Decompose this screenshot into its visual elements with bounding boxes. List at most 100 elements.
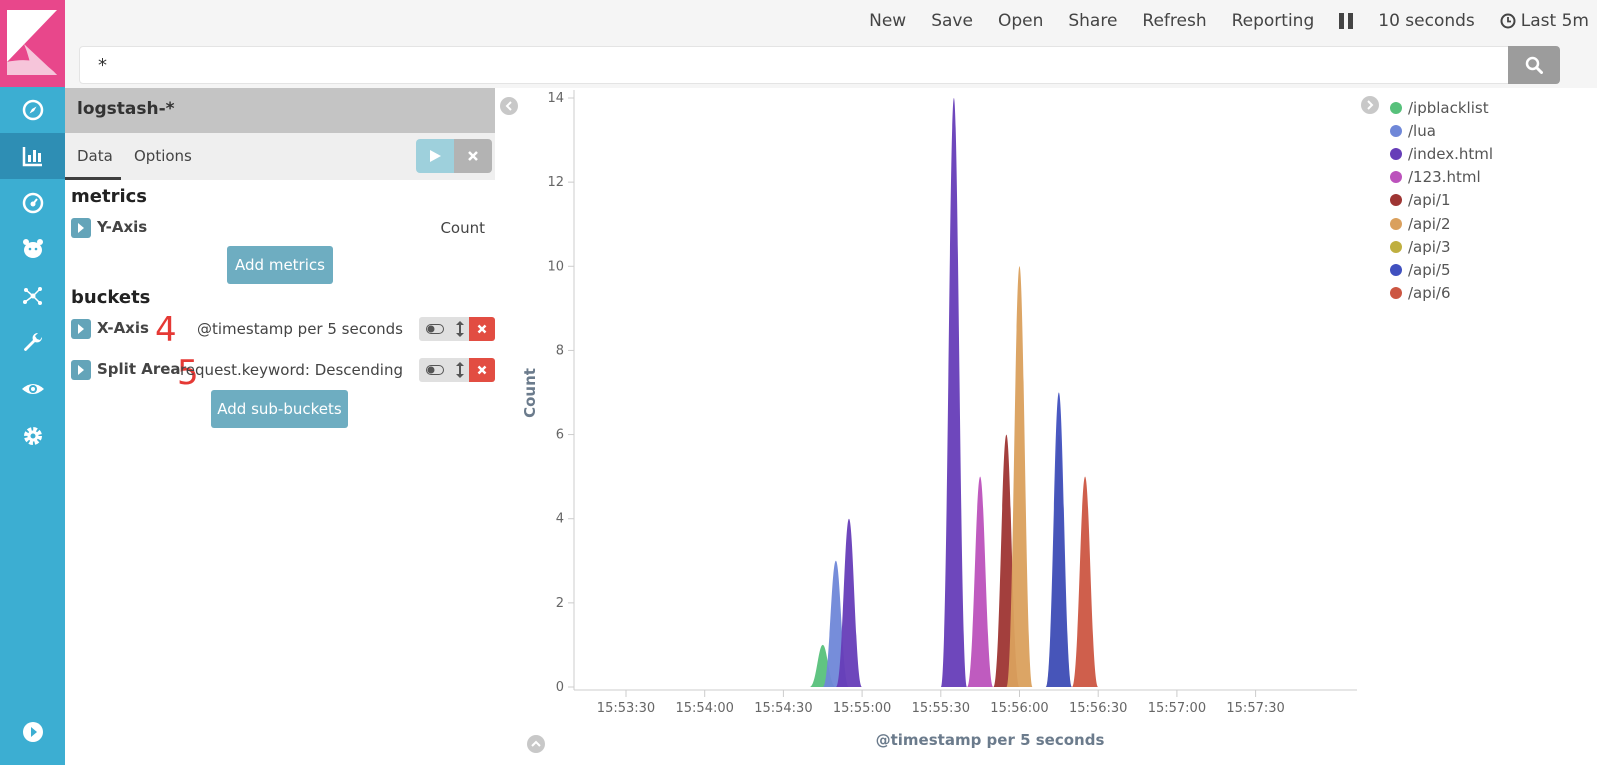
graph-icon[interactable] (0, 273, 65, 319)
discard-changes-button[interactable] (454, 139, 492, 173)
legend-item[interactable]: /ipblacklist (1390, 96, 1493, 119)
legend-item[interactable]: /index.html (1390, 142, 1493, 165)
bucket-split-row[interactable]: Split Area 5 request.keyword: Descending (71, 356, 495, 390)
chevron-up-icon[interactable] (527, 735, 545, 753)
legend-label: /index.html (1408, 144, 1494, 163)
legend-item[interactable]: /123.html (1390, 166, 1493, 189)
open-button[interactable]: Open (998, 11, 1043, 31)
save-button[interactable]: Save (931, 11, 973, 31)
discover-icon[interactable] (0, 87, 65, 133)
search-button[interactable] (1508, 46, 1560, 84)
chevron-right-icon[interactable] (1361, 96, 1379, 114)
management-icon[interactable] (0, 413, 65, 459)
legend-item[interactable]: /api/2 (1390, 212, 1493, 235)
bucket-xaxis-row[interactable]: X-Axis 4 @timestamp per 5 seconds (71, 313, 495, 347)
x-tick-label: 15:56:30 (1069, 701, 1127, 716)
query-bar: * (65, 42, 1597, 88)
visualize-icon[interactable] (0, 133, 65, 179)
legend-label: /api/6 (1408, 284, 1451, 303)
refresh-interval[interactable]: 10 seconds (1378, 11, 1475, 31)
split-area-label: Split Area (97, 360, 181, 378)
refresh-button[interactable]: Refresh (1142, 11, 1206, 31)
editor-tabs: Data Options (65, 133, 495, 180)
dashboard-icon[interactable] (0, 180, 65, 226)
pause-button[interactable] (1339, 13, 1354, 29)
share-button[interactable]: Share (1068, 11, 1117, 31)
time-range-label: Last 5m (1520, 11, 1589, 31)
legend-item[interactable]: /api/3 (1390, 235, 1493, 258)
search-input[interactable]: * (79, 46, 1509, 84)
x-tick-label: 15:53:30 (597, 701, 655, 716)
legend-color-dot (1390, 194, 1402, 207)
chevron-left-icon[interactable] (500, 97, 518, 115)
split-area-value: request.keyword: Descending (179, 361, 403, 379)
legend-item[interactable]: /api/6 (1390, 282, 1493, 305)
legend-color-dot (1390, 171, 1402, 184)
area-api-2[interactable] (1006, 266, 1033, 687)
app-nav (0, 0, 65, 765)
legend-label: /api/2 (1408, 214, 1451, 233)
area-lua[interactable] (822, 560, 849, 687)
remove-icon[interactable] (469, 358, 495, 382)
monitoring-icon[interactable] (0, 366, 65, 412)
area-123-html[interactable] (967, 476, 994, 687)
play-icon (430, 150, 441, 162)
reorder-icon[interactable] (451, 358, 469, 382)
xaxis-value: @timestamp per 5 seconds (197, 320, 403, 338)
add-metrics-button[interactable]: Add metrics (227, 246, 333, 284)
devtools-icon[interactable] (0, 320, 65, 366)
tab-data[interactable]: Data (77, 147, 113, 165)
yaxis-label: Y-Axis (97, 218, 148, 236)
x-tick-label: 15:57:30 (1226, 701, 1284, 716)
area-api-6[interactable] (1072, 476, 1099, 687)
y-tick-label: 10 (547, 259, 564, 274)
pause-icon (1339, 13, 1354, 29)
legend-color-dot (1390, 240, 1402, 253)
reporting-button[interactable]: Reporting (1232, 11, 1315, 31)
new-button[interactable]: New (869, 11, 906, 31)
tab-options[interactable]: Options (134, 147, 192, 165)
xaxis-label: X-Axis (97, 319, 149, 337)
apply-changes-button[interactable] (416, 139, 454, 173)
search-icon (1525, 56, 1543, 74)
x-tick-label: 15:55:30 (912, 701, 970, 716)
area-index-html[interactable] (835, 518, 862, 687)
legend-label: /api/3 (1408, 237, 1451, 256)
metric-yaxis-row[interactable]: Y-Axis Count (71, 216, 491, 240)
y-tick-label: 8 (556, 343, 564, 358)
reorder-icon[interactable] (451, 317, 469, 341)
legend-color-dot (1390, 287, 1402, 300)
time-range-picker[interactable]: Last 5m (1500, 11, 1589, 31)
x-tick-label: 15:55:00 (833, 701, 891, 716)
collapse-icon[interactable] (0, 709, 65, 755)
area-api-5[interactable] (1045, 392, 1072, 688)
clock-icon (1500, 13, 1516, 29)
chevron-right-icon[interactable] (71, 218, 91, 238)
bucket-controls (419, 358, 495, 382)
x-tick-label: 15:54:30 (754, 701, 812, 716)
legend-color-dot (1390, 263, 1402, 276)
x-tick-label: 15:57:00 (1148, 701, 1206, 716)
vis-editor-sidebar: logstash-* Data Options metrics Y-Axis C… (65, 88, 495, 765)
add-sub-buckets-button[interactable]: Add sub-buckets (211, 390, 348, 428)
area-api-3[interactable] (1045, 434, 1072, 687)
area-index-html[interactable] (940, 98, 967, 687)
kibana-logo[interactable] (0, 0, 65, 87)
area-ipblacklist[interactable] (809, 644, 836, 687)
legend-item[interactable]: /api/1 (1390, 189, 1493, 212)
legend-item[interactable]: /lua (1390, 119, 1493, 142)
buckets-heading: buckets (71, 287, 151, 308)
yaxis-value: Count (440, 219, 485, 237)
legend-item[interactable]: /api/5 (1390, 258, 1493, 281)
x-axis-title: @timestamp per 5 seconds (876, 731, 1105, 749)
legend-color-dot (1390, 147, 1402, 160)
chart-legend: /ipblacklist/lua/index.html/123.html/api… (1390, 96, 1493, 305)
chevron-right-icon[interactable] (71, 319, 91, 339)
toggle-icon[interactable] (419, 358, 451, 382)
remove-icon[interactable] (469, 317, 495, 341)
chevron-right-icon[interactable] (71, 360, 91, 380)
toggle-icon[interactable] (419, 317, 451, 341)
timelion-icon[interactable] (0, 226, 65, 272)
metrics-heading: metrics (71, 186, 147, 207)
area-api-1[interactable] (993, 434, 1020, 687)
